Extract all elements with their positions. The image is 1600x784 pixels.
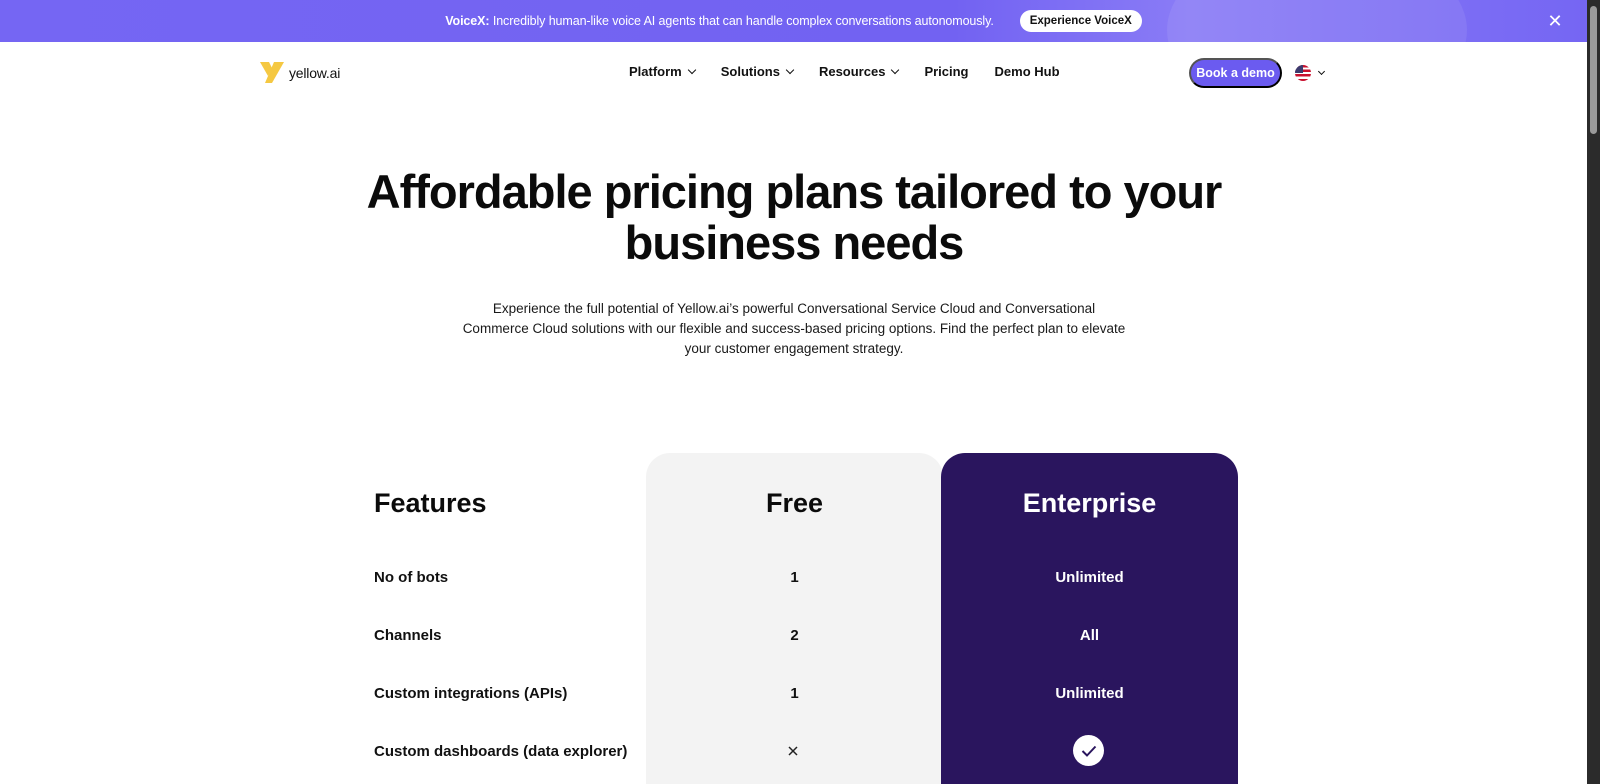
- announcement-decoration: [1167, 0, 1467, 42]
- close-icon[interactable]: ✕: [1545, 11, 1565, 31]
- x-icon: [788, 746, 798, 756]
- page-title: Affordable pricing plans tailored to you…: [300, 166, 1288, 268]
- scrollbar[interactable]: [1587, 0, 1600, 784]
- feature-label-integrations: Custom integrations (APIs): [374, 685, 568, 702]
- chevron-down-icon: [785, 65, 795, 75]
- logo-text: yellow.ai: [289, 64, 341, 81]
- announcement-bar: VoiceX: Incredibly human-like voice AI a…: [0, 0, 1587, 42]
- nav-item-resources[interactable]: Resources: [818, 64, 900, 79]
- nav-item-label: Solutions: [720, 64, 780, 79]
- page-title-line2: business needs: [624, 216, 965, 269]
- page-subtitle: Experience the full potential of Yellow.…: [462, 301, 1126, 356]
- feature-label-dashboards: Custom dashboards (data explorer): [374, 743, 628, 760]
- enterprise-value-channels: All: [1079, 627, 1100, 644]
- nav-item-solutions[interactable]: Solutions: [720, 64, 795, 79]
- site-header: yellow.ai Platform Solutions Resources P…: [0, 42, 1587, 104]
- nav-item-demo-hub[interactable]: Demo Hub: [995, 64, 1060, 79]
- enterprise-value-integrations: Unlimited: [1055, 685, 1124, 702]
- logo[interactable]: yellow.ai: [260, 62, 340, 83]
- enterprise-value-bots: Unlimited: [1055, 569, 1124, 586]
- page-title-line1: Affordable pricing plans tailored to you…: [366, 165, 1223, 218]
- nav-item-label: Platform: [629, 64, 682, 79]
- nav-item-label: Resources: [818, 64, 886, 79]
- check-icon: [1073, 735, 1104, 766]
- chevron-down-icon: [687, 65, 696, 75]
- feature-label-channels: Channels: [374, 627, 442, 644]
- announcement-text: VoiceX: Incredibly human-like voice AI a…: [445, 14, 994, 28]
- nav-item-pricing[interactable]: Pricing: [924, 64, 968, 79]
- chevron-down-icon: [1317, 67, 1326, 76]
- enterprise-plan-heading: Enterprise: [1022, 488, 1157, 518]
- nav-item-label: Demo Hub: [994, 64, 1060, 79]
- nav-item-label: Pricing: [924, 64, 969, 79]
- book-demo-button[interactable]: Book a demo: [1189, 58, 1282, 88]
- scrollbar-thumb[interactable]: [1590, 6, 1597, 134]
- free-plan-heading: Free: [765, 488, 824, 518]
- free-value-integrations: 1: [790, 685, 799, 702]
- chevron-down-icon: [891, 65, 900, 75]
- free-value-bots: 1: [790, 569, 799, 586]
- free-value-channels: 2: [790, 627, 799, 644]
- announcement-brand: VoiceX:: [445, 14, 490, 28]
- yellow-logo-icon: [260, 62, 284, 83]
- main-nav: Platform Solutions Resources Pricing Dem…: [629, 64, 1086, 79]
- features-heading: Features: [374, 488, 487, 518]
- language-selector[interactable]: [1295, 65, 1326, 81]
- feature-label-bots: No of bots: [374, 569, 449, 586]
- nav-item-platform[interactable]: Platform: [629, 64, 696, 79]
- us-flag-icon: [1295, 65, 1311, 81]
- announcement-message: Incredibly human-like voice AI agents th…: [492, 14, 994, 28]
- experience-voicex-button[interactable]: Experience VoiceX: [1019, 10, 1142, 32]
